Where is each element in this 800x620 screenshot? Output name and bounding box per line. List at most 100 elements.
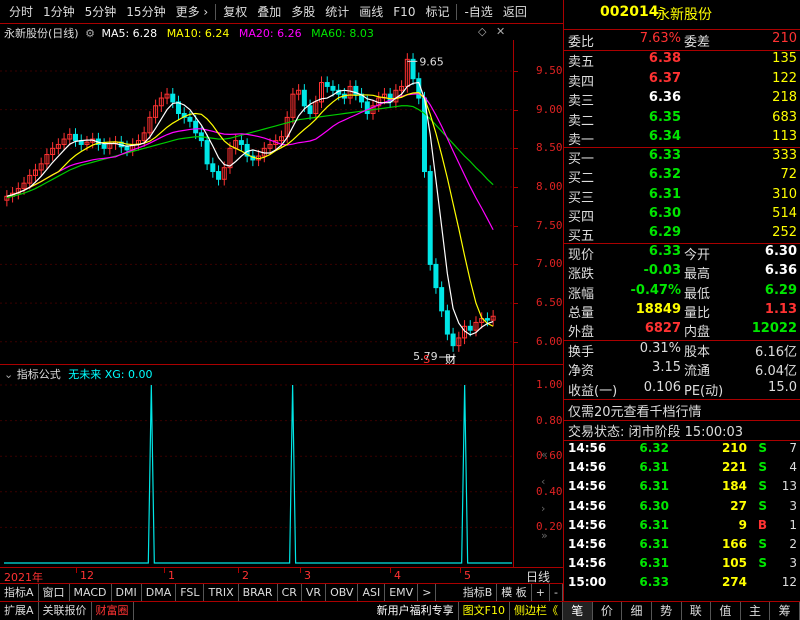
toolbar-item-5[interactable]: 复权	[218, 2, 252, 22]
settings-gear-icon[interactable]: ⚙	[85, 27, 95, 40]
promo-row[interactable]: 仅需20元查看千档行情	[564, 401, 800, 420]
price-axis: 9.50 9.00 8.50 8.00 7.50 7.00 6.50 6.00	[513, 40, 563, 365]
toolbar-item-7[interactable]: 多股	[286, 2, 320, 22]
stat-row: 现价 6.33 今开 6.30	[564, 244, 800, 263]
status-item-2[interactable]: 财富圈	[92, 602, 134, 620]
bid-label: 买一	[568, 152, 595, 167]
status-item-1[interactable]: 关联报价	[39, 602, 92, 620]
ask-row[interactable]: 卖三 6.36 218	[564, 90, 800, 109]
tick-volume: 105	[721, 556, 747, 571]
indicator-tab-1[interactable]: 窗口	[39, 584, 70, 601]
tick-count: 4	[789, 460, 797, 475]
stat-value: 12022	[751, 321, 797, 337]
candle-body	[444, 310, 450, 335]
indicator-tab-7[interactable]: BRAR	[239, 584, 278, 601]
bid-row[interactable]: 买三 6.31 310	[564, 187, 800, 206]
indicator-tab-13[interactable]: >	[418, 584, 437, 601]
tick-price: 6.31	[639, 460, 669, 475]
scroll-handle[interactable]: « ‹ › »	[541, 448, 553, 558]
indicator-name[interactable]: 无未来	[68, 368, 101, 381]
toolbar-item-8[interactable]: 统计	[320, 2, 354, 22]
fund-value: 3.15	[652, 360, 681, 376]
status-sidebar-toggle[interactable]: 侧边栏《	[510, 602, 563, 620]
tick-row: 14:56 6.30 27 S 3	[564, 499, 800, 518]
indicator-tab-0[interactable]: 指标A	[0, 584, 39, 601]
indicator-tab-10[interactable]: OBV	[326, 584, 359, 601]
toolbar-item-3[interactable]: 15分钟	[121, 2, 170, 22]
right-tab-6[interactable]: 主	[741, 602, 771, 620]
right-tab-7[interactable]: 筹	[770, 602, 800, 620]
indicator-tab-12[interactable]: EMV	[385, 584, 419, 601]
bid-row[interactable]: 买一 6.33 333	[564, 148, 800, 167]
indicator-chart[interactable]	[0, 381, 512, 567]
status-ad-newuser[interactable]: 新用户福利专享	[373, 602, 459, 620]
toolbar-item-2[interactable]: 5分钟	[80, 2, 122, 22]
indicator-tab-16[interactable]: +	[532, 584, 551, 601]
tick-side: S	[758, 460, 767, 475]
indicator-tab-17[interactable]: -	[550, 584, 563, 601]
indicator-tab-8[interactable]: CR	[278, 584, 302, 601]
scroll-arrow-icon[interactable]: ›	[541, 502, 545, 515]
price-chart[interactable]: 9.655.79S 财	[0, 40, 512, 365]
divider	[564, 29, 800, 30]
promo-text[interactable]: 仅需20元查看千档行情	[568, 401, 702, 420]
weibi-label: 委比	[568, 35, 595, 50]
indicator-tab-15[interactable]: 模 板	[497, 584, 532, 601]
scroll-arrow-icon[interactable]: ‹	[541, 475, 545, 488]
toolbar-item-13[interactable]: 返回	[498, 2, 532, 22]
scroll-arrow-icon[interactable]: »	[541, 529, 548, 542]
indicator-tab-4[interactable]: DMA	[142, 584, 177, 601]
ask-volume: 113	[772, 129, 797, 144]
toolbar-item-0[interactable]: 分时	[4, 2, 38, 22]
indicator-tab-6[interactable]: TRIX	[204, 584, 239, 601]
ask-price: 6.37	[648, 70, 681, 86]
indicator-tab-11[interactable]: ASI	[358, 584, 386, 601]
status-ad-f10[interactable]: 图文F10	[459, 602, 510, 620]
ask-row[interactable]: 卖四 6.37 122	[564, 71, 800, 90]
stat-value: 6827	[644, 321, 681, 337]
toolbar-item-9[interactable]: 画线	[354, 2, 388, 22]
ask-row[interactable]: 卖二 6.35 683	[564, 110, 800, 129]
right-tab-1[interactable]: 价	[593, 602, 623, 620]
chart-label: 永新股份(日线)	[4, 27, 79, 40]
bid-volume: 252	[772, 225, 797, 241]
bid-row[interactable]: 买四 6.30 514	[564, 206, 800, 225]
price-tick: 7.00	[536, 257, 563, 271]
toolbar-item-11[interactable]: 标记	[420, 2, 454, 22]
toolbar-item-12[interactable]: -自选	[459, 2, 497, 22]
candle-body	[216, 171, 222, 180]
indicator-tab-9[interactable]: VR	[302, 584, 327, 601]
toolbar-item-1[interactable]: 1分钟	[38, 2, 80, 22]
bid-price: 6.32	[648, 167, 681, 183]
fundamental-row: 净资 3.15 流通 6.04亿	[564, 360, 800, 379]
right-tab-4[interactable]: 联	[682, 602, 712, 620]
bid-row[interactable]: 买五 6.29 252	[564, 225, 800, 244]
right-tab-2[interactable]: 细	[622, 602, 652, 620]
ask-row[interactable]: 卖一 6.34 113	[564, 129, 800, 148]
indicator-title[interactable]: 指标公式	[17, 368, 61, 381]
stock-header: 002014 永新股份	[564, 4, 800, 26]
indicator-tab-14[interactable]: 指标B	[459, 584, 498, 601]
ma20-line	[6, 93, 494, 231]
indicator-tab-2[interactable]: MACD	[70, 584, 112, 601]
status-item-0[interactable]: 扩展A	[0, 602, 39, 620]
indicator-collapse-icon[interactable]: ⌄	[4, 368, 13, 381]
chart-toolbar: 分时 1分钟 5分钟 15分钟 更多 › 复权 叠加 多股 统计 画线 F10 标记 -自选 返回	[0, 0, 563, 24]
stat-value: 6.30	[764, 244, 797, 259]
right-tab-0[interactable]: 笔	[563, 602, 593, 620]
trade-state-row: 交易状态: 闭市阶段 15:00:03	[564, 421, 800, 440]
toolbar-item-4[interactable]: 更多 ›	[171, 2, 214, 22]
bid-row[interactable]: 买二 6.32 72	[564, 167, 800, 186]
right-tab-5[interactable]: 值	[711, 602, 741, 620]
ask-row[interactable]: 卖五 6.38 135	[564, 51, 800, 70]
indicator-tab-5[interactable]: FSL	[176, 584, 205, 601]
price-tick: 6.00	[536, 334, 563, 348]
toolbar-item-10[interactable]: F10	[388, 2, 420, 22]
toolbar-separator	[215, 3, 217, 20]
scroll-arrow-icon[interactable]: «	[541, 448, 548, 461]
indicator-tab-3[interactable]: DMI	[112, 584, 142, 601]
close-icon[interactable]: ✕	[496, 25, 505, 38]
toolbar-item-6[interactable]: 叠加	[252, 2, 286, 22]
right-tab-3[interactable]: 势	[652, 602, 682, 620]
diamond-icon[interactable]: ◇	[478, 25, 486, 38]
